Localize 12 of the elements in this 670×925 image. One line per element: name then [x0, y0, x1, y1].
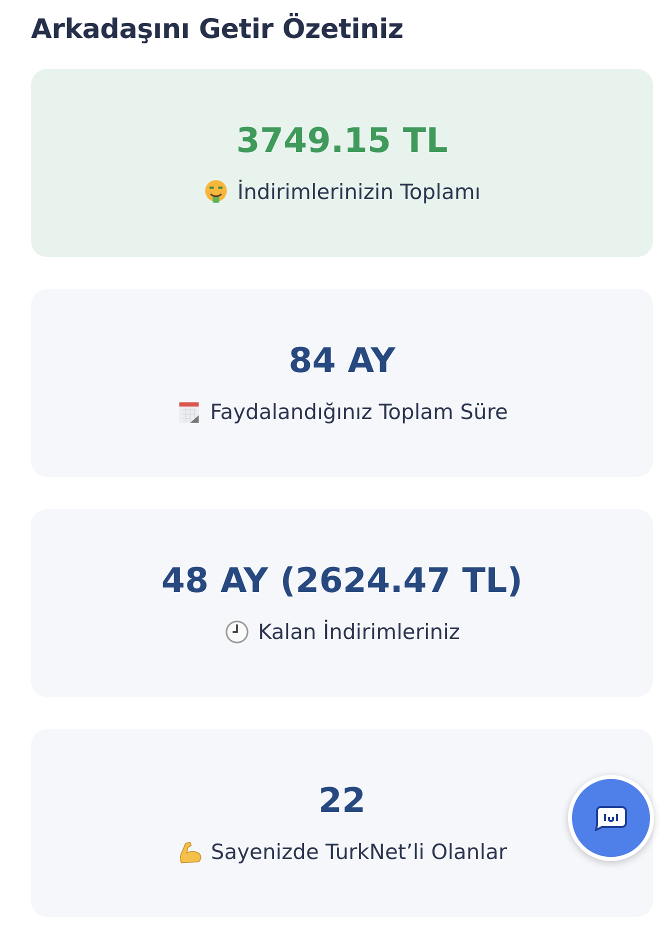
stat-value: 22: [318, 781, 366, 821]
stat-value: 3749.15 TL: [236, 121, 448, 161]
stat-label: Sayenizde TurkNet’li Olanlar: [210, 840, 508, 864]
clock-icon: [224, 619, 250, 645]
money-face-icon: [203, 179, 230, 205]
stat-value: 84 AY: [288, 341, 396, 381]
stat-label: Kalan İndirimleriniz: [258, 620, 460, 644]
stat-label: Faydalandığınız Toplam Süre: [210, 400, 508, 424]
page-title: Arkadaşını Getir Özetiniz: [31, 14, 404, 45]
stat-value: 48 AY (2624.47 TL): [161, 561, 523, 601]
chat-icon: [594, 805, 628, 831]
stat-label: İndirimlerinizin Toplamı: [237, 180, 481, 204]
